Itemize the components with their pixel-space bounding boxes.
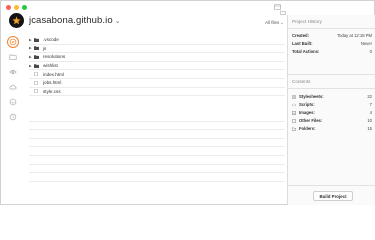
eye-icon [9,70,17,74]
folder-icon [292,127,296,131]
empty-row [29,156,285,165]
document-icon [34,72,40,77]
image-icon [292,110,296,115]
file-name: js [43,45,47,51]
file-row[interactable]: ▶ resolutions [29,53,285,62]
open-in-finder-icon[interactable] [280,10,286,15]
divider [288,88,375,89]
empty-row [29,130,285,139]
file-name: .vscode [43,37,59,43]
history-last-built-row: Last Built: Never [292,41,372,46]
sidebar-item-history[interactable] [7,111,19,123]
file-list-empty-area [29,113,285,182]
inspector-panel: Project History Created: Today at 12:18 … [287,15,375,205]
file-filter-label: All files [265,20,280,25]
project-title[interactable]: jcasabona.github.io ⌄ [29,15,121,26]
folder-icon [34,38,40,42]
app-window: jcasabona.github.io ⌄ All files⌄ ▶ .vsco… [0,0,375,205]
contents-count: 4 [369,110,372,115]
project-title-text: jcasabona.github.io [29,15,113,26]
file-row[interactable]: style.css [29,88,285,97]
cloud-icon [9,84,17,90]
chevron-down-icon: ⌄ [114,18,121,25]
build-project-button[interactable]: Build Project [313,191,353,201]
history-last-built-label: Last Built: [292,41,313,46]
divider [288,185,375,186]
empty-row [29,147,285,156]
script-icon [292,103,296,107]
folder-icon [34,55,40,59]
contents-label: Images: [299,110,315,115]
file-row[interactable]: ▶ wishlist [29,62,285,71]
contents-label: Folders: [299,126,316,131]
folder-icon [9,54,17,60]
upload-icon [9,98,17,106]
file-list: ▶ .vscode ▶ js ▶ resolutions ▶ wishlist index.ht… [29,36,285,97]
history-created-label: Created: [292,33,309,38]
stylesheet-icon [292,94,296,99]
contents-row: Stylesheets: 22 [292,93,372,100]
history-total-actions-label: Total Actions: [292,49,320,54]
empty-row [29,165,285,174]
file-name: resolutions [43,54,66,60]
empty-row [29,122,285,131]
contents-label: Stylesheets: [299,94,324,99]
folder-icon [34,63,40,68]
history-total-actions-value: 0 [369,49,372,54]
file-row[interactable]: ▶ .vscode [29,36,285,45]
history-last-built-value: Never [360,41,372,46]
project-history-title: Project History [292,19,322,24]
contents-count: 10 [367,118,372,123]
sidebar-item-publish[interactable] [7,96,19,108]
contents-row: Scripts: 7 [292,101,372,108]
document-icon [34,89,40,94]
sidebar-item-compass[interactable] [7,36,19,48]
folder-icon [34,46,40,51]
empty-row [29,173,285,182]
contents-label: Other Files: [299,118,323,123]
close-window-button[interactable] [6,5,11,10]
contents-row: Folders: 15 [292,125,372,132]
contents-count: 22 [367,94,372,99]
contents-count: 15 [367,126,372,131]
file-name: style.css [43,88,61,94]
window-controls [6,5,27,10]
file-row[interactable]: ▶ js [29,45,285,54]
contents-title: Contents [292,79,311,84]
history-total-actions-row: Total Actions: 0 [292,49,372,54]
chevron-down-icon: ⌄ [280,20,284,25]
project-avatar[interactable] [9,13,24,28]
file-row[interactable]: jobs.html [29,79,285,88]
sidebar-nav [1,31,25,181]
sidebar-item-preview[interactable] [7,66,19,78]
sidebar-item-files[interactable] [7,51,19,63]
file-name: wishlist [43,63,58,69]
file-name: index.html [43,71,64,77]
contents-row: Other Files: 10 [292,117,372,124]
document-icon [292,118,296,123]
history-created-row: Created: Today at 12:18 PM [292,33,372,38]
compass-icon [9,38,17,46]
document-icon [34,80,40,85]
contents-row: Images: 4 [292,109,372,116]
contents-count: 7 [369,102,372,107]
sidebar-item-cloud[interactable] [7,81,19,93]
empty-row [29,113,285,122]
file-name: jobs.html [43,80,62,86]
empty-row [29,139,285,148]
file-filter-select[interactable]: All files⌄ [265,20,284,25]
divider [288,74,375,75]
clock-icon [9,113,17,121]
divider [288,28,375,29]
minimize-window-button[interactable] [14,5,19,10]
contents-label: Scripts: [299,102,315,107]
star-icon [12,16,21,25]
history-created-value: Today at 12:18 PM [337,33,372,38]
maximize-window-button[interactable] [22,5,27,10]
file-row[interactable]: index.html [29,70,285,79]
